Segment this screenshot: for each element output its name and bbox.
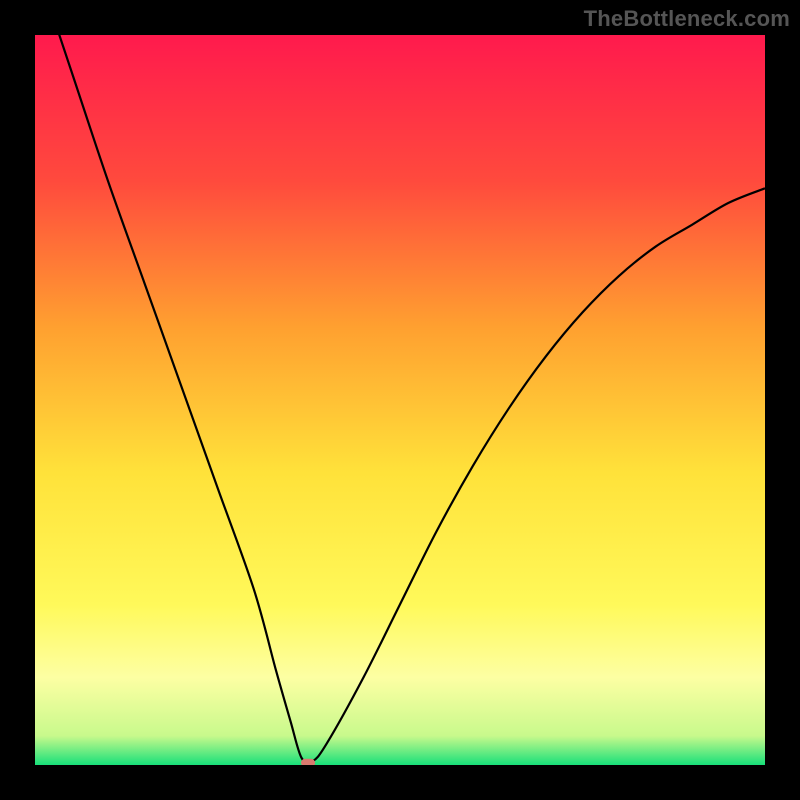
chart-frame: TheBottleneck.com	[0, 0, 800, 800]
gradient-background	[35, 35, 765, 765]
watermark-text: TheBottleneck.com	[584, 6, 790, 32]
optimal-point-marker	[301, 759, 315, 765]
bottleneck-plot	[35, 35, 765, 765]
plot-area	[35, 35, 765, 765]
